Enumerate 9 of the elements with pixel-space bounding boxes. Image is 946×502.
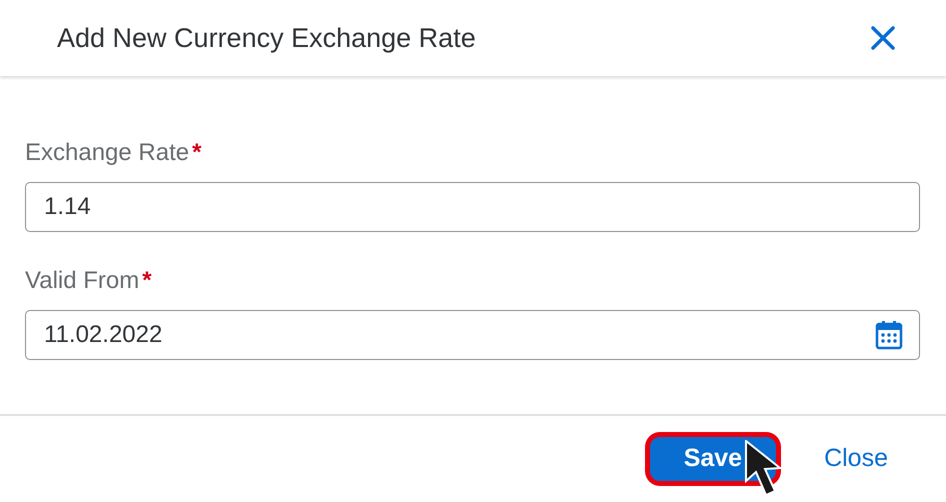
date-field[interactable]: 11.02.2022 <box>25 310 920 360</box>
dialog-title: Add New Currency Exchange Rate <box>57 22 476 55</box>
required-mark: * <box>142 267 152 294</box>
field-label: Valid From <box>25 267 140 294</box>
required-mark: * <box>192 139 202 166</box>
input-field[interactable]: 1.14 <box>25 182 920 232</box>
close-button[interactable]: Close <box>796 433 916 485</box>
calendar-icon[interactable] <box>875 320 903 350</box>
field-label: Exchange Rate <box>25 139 190 166</box>
